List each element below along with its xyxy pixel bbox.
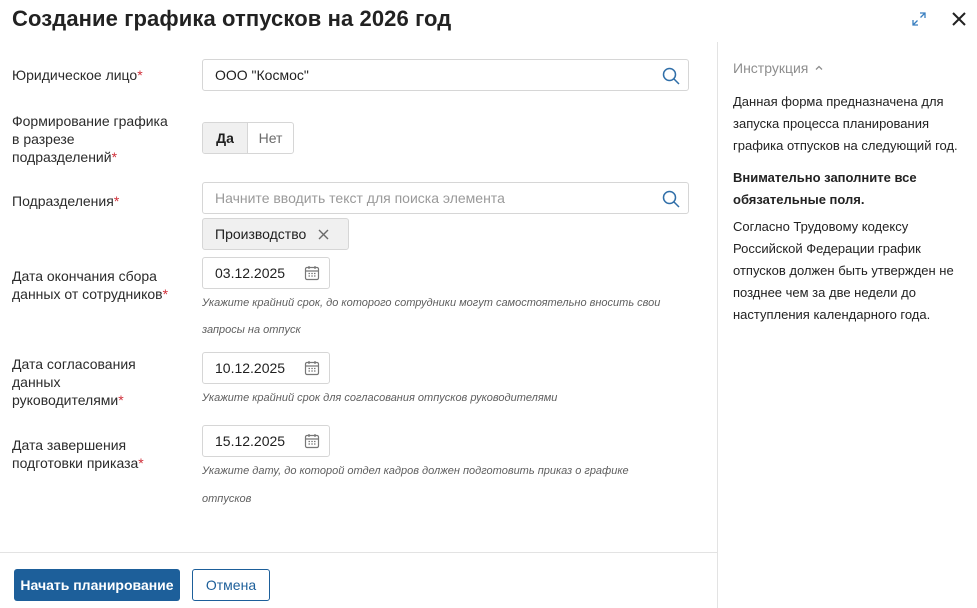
order-label-line: подготовки приказа	[12, 455, 139, 471]
approval-label-line: данных	[12, 374, 61, 390]
order-date-input[interactable]: 15.12.2025	[202, 425, 330, 457]
required-mark: *	[162, 286, 169, 302]
legal-entity-value: ООО "Космос"	[215, 67, 309, 83]
department-chip-label: Производство	[215, 226, 307, 242]
legal-entity-label-text: Юридическое лицо	[12, 67, 138, 83]
dialog-title: Создание графика отпусков на 2026 год	[12, 6, 452, 31]
search-icon[interactable]	[661, 189, 681, 209]
order-hint: Укажите дату, до которой отдел кадров до…	[202, 465, 629, 505]
required-mark: *	[113, 193, 120, 209]
toggle-option-yes[interactable]: Да	[203, 123, 248, 153]
footer-divider	[0, 552, 717, 553]
by-department-label-line: подразделений	[12, 149, 112, 165]
start-planning-button[interactable]: Начать планирование	[14, 569, 180, 601]
department-chip: Производство	[202, 218, 349, 250]
departments-label-text: Подразделения	[12, 193, 114, 209]
legal-entity-input[interactable]: ООО "Космос"	[202, 59, 689, 91]
collect-end-hint-line: Укажите крайний срок, до которого сотруд…	[202, 297, 661, 309]
collect-end-label: Дата окончания сбора данных от сотрудник…	[12, 267, 168, 303]
by-department-toggle[interactable]: Да Нет	[202, 122, 294, 154]
departments-placeholder: Начните вводить текст для поиска элемент…	[215, 190, 505, 206]
departments-label: Подразделения*	[12, 192, 119, 210]
by-department-label: Формирование графика в разрезе подраздел…	[12, 112, 168, 166]
collect-end-date-input[interactable]: 03.12.2025	[202, 257, 330, 289]
close-button[interactable]	[948, 8, 970, 30]
remove-chip-icon[interactable]	[316, 227, 330, 241]
approval-label-line: Дата согласования	[12, 356, 136, 372]
by-department-label-line: Формирование графика	[12, 113, 168, 129]
by-department-label-line: в разрезе	[12, 131, 75, 147]
required-mark: *	[137, 67, 143, 83]
expand-icon	[912, 12, 926, 26]
instruction-toggle[interactable]: Инструкция	[733, 60, 824, 76]
required-mark: *	[118, 392, 124, 408]
cancel-button[interactable]: Отмена	[192, 569, 270, 601]
required-mark: *	[111, 149, 118, 165]
collect-end-hint-line: запросы на отпуск	[202, 324, 301, 336]
calendar-icon[interactable]	[304, 360, 320, 376]
legal-entity-label: Юридическое лицо*	[12, 66, 143, 84]
approval-label-line: руководителями	[12, 392, 119, 408]
approval-date-input[interactable]: 10.12.2025	[202, 352, 330, 384]
order-label-line: Дата завершения	[12, 437, 127, 453]
calendar-icon[interactable]	[304, 265, 320, 281]
close-icon	[952, 12, 966, 26]
expand-button[interactable]	[908, 8, 930, 30]
collect-end-hint: Укажите крайний срок, до которого сотруд…	[202, 289, 672, 344]
instruction-paragraph-3: Согласно Трудовому кодексу Российской Фе…	[733, 219, 954, 322]
approval-label: Дата согласования данных руководителями*	[12, 355, 136, 409]
collect-end-date-value: 03.12.2025	[215, 265, 286, 281]
toggle-option-no[interactable]: Нет	[248, 123, 293, 153]
approval-date-value: 10.12.2025	[215, 360, 286, 376]
search-icon[interactable]	[661, 66, 681, 86]
instruction-paragraph-2: Внимательно заполните все обязательные п…	[733, 170, 917, 207]
order-date-value: 15.12.2025	[215, 433, 286, 449]
calendar-icon[interactable]	[304, 433, 320, 449]
order-label: Дата завершения подготовки приказа*	[12, 436, 144, 472]
chevron-up-icon	[815, 65, 823, 70]
collect-end-label-line: данных от сотрудников	[12, 286, 163, 302]
departments-search-input[interactable]: Начните вводить текст для поиска элемент…	[202, 182, 689, 214]
approval-hint: Укажите крайний срок для согласования от…	[202, 392, 558, 404]
instruction-title: Инструкция	[733, 60, 809, 76]
required-mark: *	[138, 455, 144, 471]
instruction-paragraph-1: Данная форма предназначена для запуска п…	[733, 94, 958, 153]
panel-divider	[717, 42, 718, 608]
collect-end-label-line: Дата окончания сбора	[12, 268, 157, 284]
